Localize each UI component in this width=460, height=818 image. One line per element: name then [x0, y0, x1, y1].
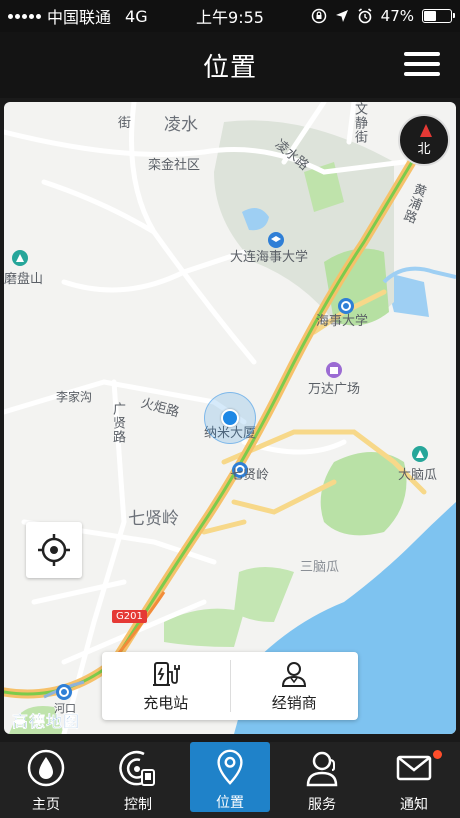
status-left: 中国联通 4G: [8, 4, 148, 28]
location-arrow-icon: [335, 10, 348, 22]
dealer-label: 经销商: [271, 693, 317, 712]
battery-icon: [422, 9, 455, 23]
tab-notifications[interactable]: 通知: [374, 742, 454, 814]
control-icon: [119, 750, 155, 786]
map-label: 李家沟: [56, 390, 93, 404]
map-view[interactable]: G201 凌水 凌水路 栾金社区 大连海事大学 海事大学 万达广场 火炬路 广贤…: [4, 102, 456, 734]
tab-home[interactable]: 主页: [6, 742, 86, 814]
status-bar: 中国联通 4G 上午9:55 47%: [0, 0, 460, 32]
carrier-label: 中国联通: [47, 8, 112, 27]
dealer-person-icon: [282, 661, 307, 687]
network-label: 4G: [125, 6, 148, 26]
map-label: 栾金社区: [148, 158, 201, 173]
locate-me-button[interactable]: [26, 522, 82, 578]
park-poi-icon: [12, 250, 28, 266]
location-icon: [217, 749, 243, 785]
page-title: 位置: [202, 52, 257, 83]
tab-control[interactable]: 控制: [98, 742, 178, 814]
rotation-lock-icon: [311, 8, 326, 24]
shopping-poi-icon: [326, 362, 342, 378]
map-label: 街: [118, 116, 132, 131]
compass-button[interactable]: 北: [398, 114, 450, 166]
map-label: 海事大学: [316, 314, 369, 329]
compass-arrow-icon: [420, 124, 432, 137]
tab-service[interactable]: 服务: [282, 742, 362, 814]
battery-percent: 47%: [380, 7, 414, 25]
tab-label: 服务: [308, 797, 336, 813]
map-label: 凌水: [164, 115, 198, 135]
notification-badge: [433, 750, 442, 759]
map-label: 七贤岭: [128, 509, 179, 529]
charging-station-icon: [152, 661, 180, 686]
location-dot: [221, 409, 239, 427]
signal-strength-icon: [8, 13, 41, 19]
map-label: 磨盘山: [4, 272, 44, 287]
dealer-button[interactable]: 经销商: [231, 652, 359, 720]
current-location-marker: [204, 392, 256, 444]
nearby-services-card: 充电站 经销商: [102, 652, 358, 720]
map-label: 大脑瓜: [398, 468, 438, 483]
menu-line: [404, 52, 440, 56]
alarm-icon: [358, 8, 372, 24]
compass-label: 北: [417, 141, 431, 157]
map-label: 三脑瓜: [300, 560, 340, 575]
tab-location[interactable]: 位置: [190, 742, 270, 812]
map-label: 广贤路: [110, 402, 125, 444]
charging-station-button[interactable]: 充电站: [102, 652, 230, 720]
tab-label: 控制: [124, 797, 152, 813]
tab-label: 位置: [216, 795, 244, 811]
tab-label: 主页: [32, 797, 60, 813]
status-right: 47%: [311, 7, 455, 25]
map-label: 七贤岭: [230, 468, 270, 483]
map-label: 万达广场: [308, 382, 361, 397]
map-label: 文静街: [352, 102, 367, 144]
menu-line: [404, 72, 440, 76]
crosshair-icon: [38, 534, 70, 566]
menu-line: [404, 62, 440, 66]
charging-station-label: 充电站: [143, 693, 189, 712]
tab-label: 通知: [400, 797, 428, 813]
map-label: 大连海事大学: [230, 250, 309, 265]
highway-shield: G201: [112, 610, 147, 623]
menu-button[interactable]: [404, 52, 440, 76]
bottom-tab-bar: 主页 控制 位置 服务 通知: [0, 742, 460, 818]
nav-bar: 位置: [0, 32, 460, 98]
metro-station-icon: [56, 684, 72, 700]
home-drop-icon: [27, 749, 65, 787]
map-provider-logo: 高德地图: [12, 712, 81, 731]
service-icon: [306, 751, 338, 787]
mail-icon: [396, 755, 432, 781]
park-poi-icon: [412, 446, 428, 462]
